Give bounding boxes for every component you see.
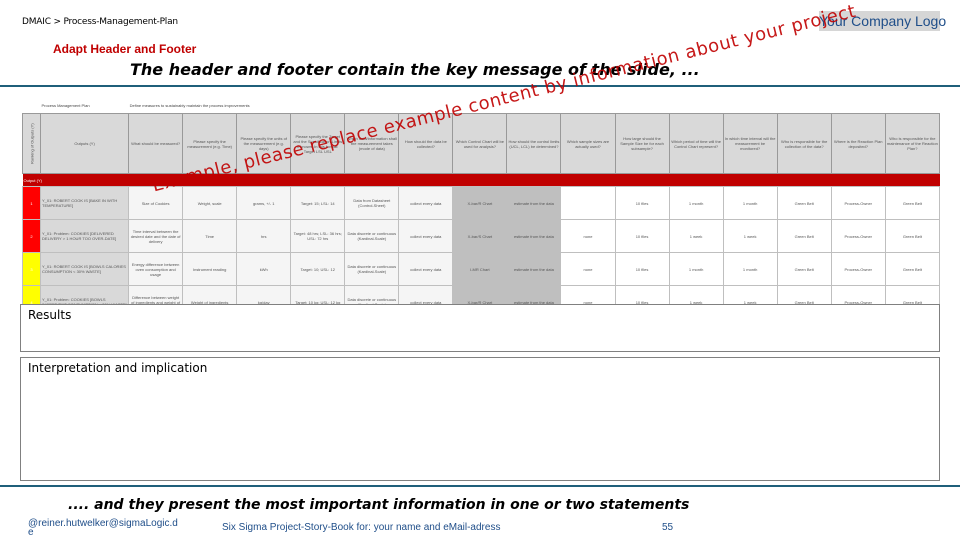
cell-maint: Green Belt xyxy=(884,186,941,220)
cell-rank: 3 xyxy=(21,252,42,286)
sheet-title: Process Management Plan xyxy=(41,103,90,108)
column-header: How large should the Sample Size be for … xyxy=(614,113,670,174)
cell-units: grams, +/- 1 xyxy=(236,186,292,220)
footer-divider xyxy=(0,485,960,487)
cell-units: kWh xyxy=(236,252,292,286)
cell-measure: Instrument reading xyxy=(182,252,238,286)
cell-samples xyxy=(560,186,616,220)
cell-collect: collect every data xyxy=(398,186,454,220)
column-header: Who is responsible for the maintenance o… xyxy=(884,113,941,174)
cell-rank: 2 xyxy=(21,219,42,253)
cell-rank: 1 xyxy=(21,186,42,220)
footer-storybook-text: Six Sigma Project-Story-Book for: your n… xyxy=(222,522,501,533)
cell-interval: 1 month xyxy=(722,252,778,286)
cell-plan: Process-Owner xyxy=(830,252,886,286)
header-divider xyxy=(0,85,960,87)
column-header: Ranking of Outputs (Y) xyxy=(22,113,41,174)
column-header: Outputs (Y) xyxy=(40,113,130,174)
cell-maint: Green Belt xyxy=(884,252,941,286)
cell-samples: none xyxy=(560,219,616,253)
cell-what: Time interval between the desired date a… xyxy=(128,219,184,253)
cell-collect: collect every data xyxy=(398,252,454,286)
cell-samples: none xyxy=(560,252,616,286)
cell-chart: X-bar/S Chart xyxy=(452,219,508,253)
cell-interval: 1 month xyxy=(722,186,778,220)
cell-chart: I-MR Chart xyxy=(452,252,508,286)
table-row: 2 Y_01: Problem: COOKIES [DELIVERED DELIV… xyxy=(21,219,941,253)
column-header-row: Ranking of Outputs (Y) Outputs (Y) What sh… xyxy=(22,113,941,174)
column-header: What should be measured? xyxy=(128,113,184,174)
cell-resp: Green Belt xyxy=(776,186,832,220)
interpretation-label: Interpretation and implication xyxy=(28,361,208,375)
cell-limits: estimate from the data xyxy=(506,186,562,220)
cell-maint: Green Belt xyxy=(884,219,941,253)
cell-period: 1 week xyxy=(668,219,724,253)
cell-what: Energy difference between oven consumpti… xyxy=(128,252,184,286)
footer-tagline: .... and they present the most important… xyxy=(68,497,690,513)
cell-period: 1 month xyxy=(668,252,724,286)
author-email: @reiner.hutwelker@sigmaLogic.de xyxy=(28,518,178,538)
cell-size: 10 files xyxy=(614,252,670,286)
results-label: Results xyxy=(28,308,72,322)
sheet-subtitle: Define measures to sustainably maintain … xyxy=(129,103,250,108)
column-header: Which Control Chart will be used for ana… xyxy=(452,113,508,174)
cell-collect: collect every data xyxy=(398,219,454,253)
cell-plan: Process-Owner xyxy=(830,219,886,253)
table-row: 3 Y_01: ROBERT COOK IS [BOWLS CALORIES CO… xyxy=(21,252,941,286)
results-box[interactable]: Results xyxy=(20,304,940,352)
process-management-plan-sheet: Process Management Plan Define measures … xyxy=(21,98,941,352)
column-header: How should the control limits (UCL, LCL)… xyxy=(506,113,562,174)
cell-resp: Green Belt xyxy=(776,219,832,253)
cell-limits: estimate from the data xyxy=(506,219,562,253)
cell-interval: 1 week xyxy=(722,219,778,253)
cell-data: Data discrete or continuous (Kardinal-Sc… xyxy=(344,252,400,286)
cell-resp: Green Belt xyxy=(776,252,832,286)
cell-output: Y_01: ROBERT COOK IS [BAKE IN WITH TEMPE… xyxy=(40,186,130,220)
cell-target: Target: 15; LSL: 14 xyxy=(290,186,346,220)
cell-measure: Time xyxy=(182,219,238,253)
cell-data: Data from Datasheet (Control-Sheet) xyxy=(344,186,400,220)
cell-measure: Weight, scale xyxy=(182,186,238,220)
cell-units: hrs xyxy=(236,219,292,253)
column-header: Who is responsible for the collection of… xyxy=(776,113,832,174)
cell-data: Data discrete or continuous (Kardinal-Sc… xyxy=(344,219,400,253)
cell-output: Y_01: Problem: COOKIES [DELIVERED DELIVE… xyxy=(40,219,130,253)
adapt-header-label: Adapt Header and Footer xyxy=(53,42,197,56)
cell-period: 1 month xyxy=(668,186,724,220)
cell-output: Y_01: ROBERT COOK IS [BOWLS CALORIES CON… xyxy=(40,252,130,286)
page-number: 55 xyxy=(662,522,674,533)
cell-chart: X-bar/R Chart xyxy=(452,186,508,220)
column-header: Which period of time will the Control Ch… xyxy=(668,113,724,174)
cell-size: 10 files xyxy=(614,186,670,220)
cell-target: Target: 10; USL: 12 xyxy=(290,252,346,286)
column-header: In which time interval will the measurem… xyxy=(722,113,778,174)
cell-limits: estimate from the data xyxy=(506,252,562,286)
interpretation-box[interactable]: Interpretation and implication xyxy=(20,357,940,481)
cell-target: Target: 48 hrs; LSL: 36 hrs; USL: 72 hrs xyxy=(290,219,346,253)
column-header: Where is the Reaction Plan deposited? xyxy=(830,113,886,174)
cell-size: 10 files xyxy=(614,219,670,253)
cell-plan: Process-Owner xyxy=(830,186,886,220)
breadcrumb: DMAIC > Process-Management-Plan xyxy=(22,17,178,27)
column-header: Which sample sizes are actually used? xyxy=(560,113,616,174)
